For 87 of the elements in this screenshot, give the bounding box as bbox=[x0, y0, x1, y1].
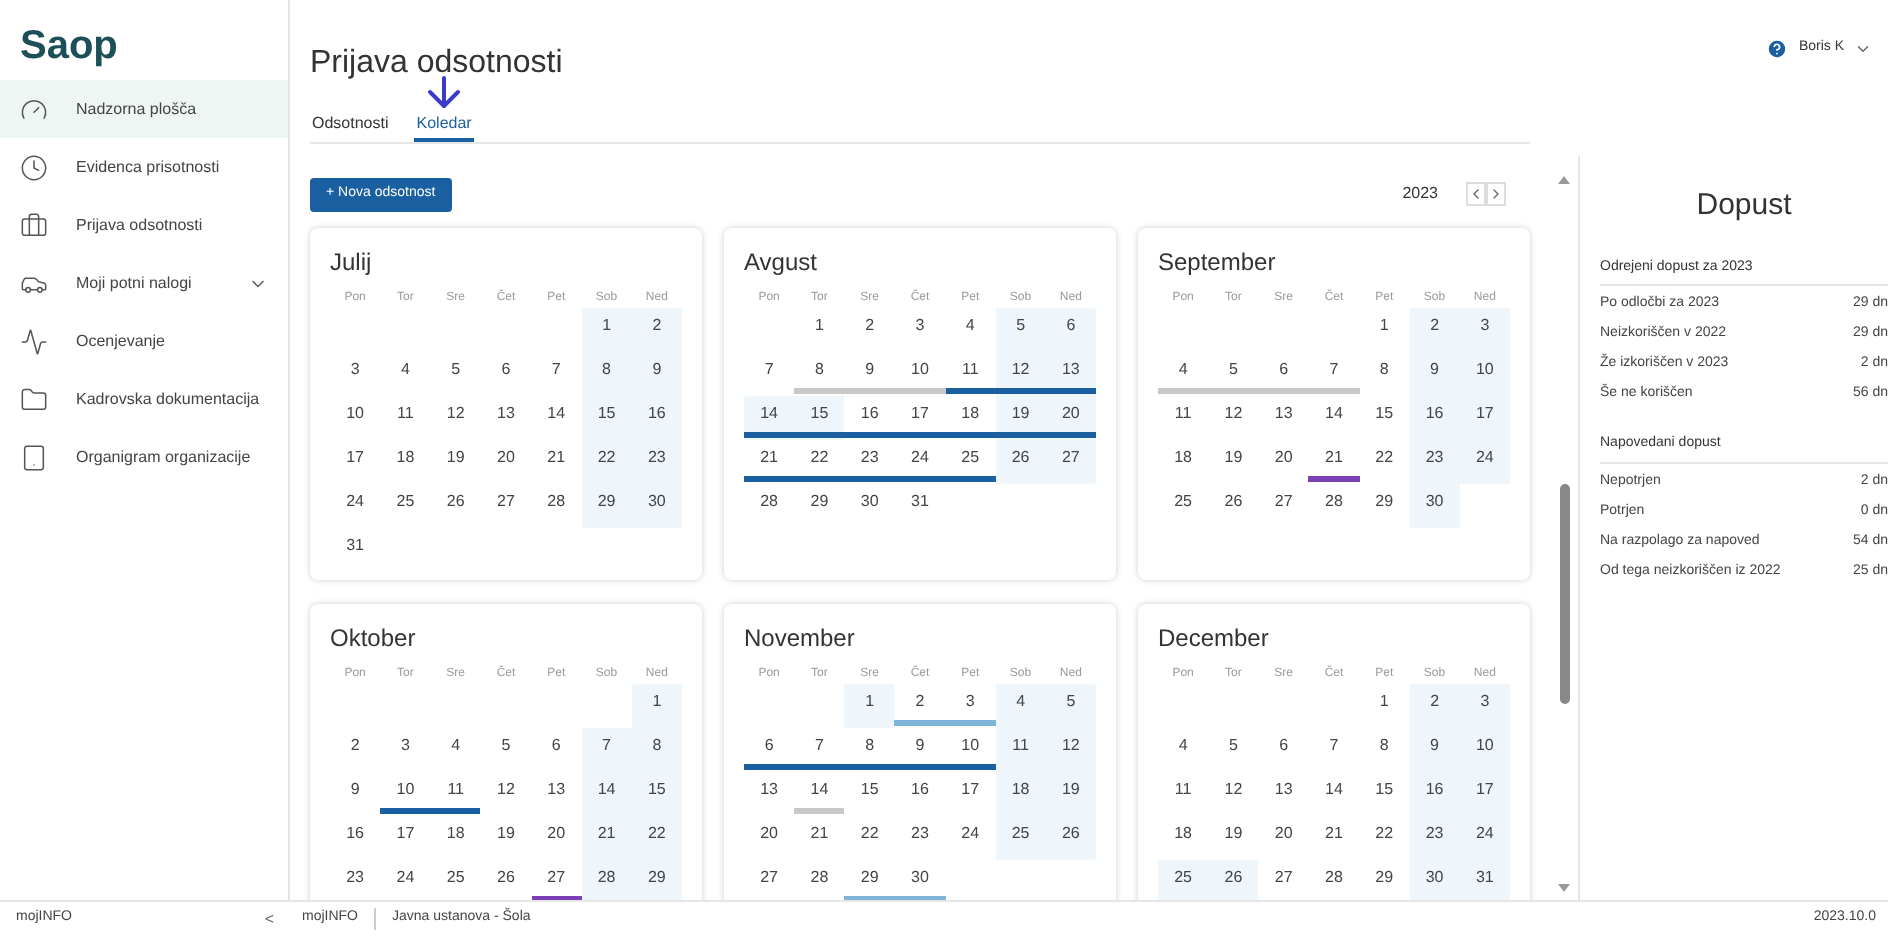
day-cell[interactable]: 1 bbox=[631, 684, 682, 728]
day-cell[interactable]: 26 bbox=[1208, 860, 1259, 900]
day-cell[interactable]: 26 bbox=[1045, 816, 1096, 860]
day-cell[interactable]: 2 bbox=[631, 308, 682, 352]
day-cell[interactable]: 1 bbox=[844, 684, 895, 728]
day-cell[interactable]: 24 bbox=[1459, 816, 1510, 860]
day-cell[interactable]: 16 bbox=[1409, 396, 1460, 440]
day-cell[interactable]: 2 bbox=[1409, 308, 1460, 352]
day-cell[interactable]: 1 bbox=[581, 308, 632, 352]
day-cell[interactable]: 9 bbox=[631, 352, 682, 396]
day-cell[interactable]: 8 bbox=[581, 352, 632, 396]
day-cell[interactable]: 17 bbox=[1459, 396, 1510, 440]
day-cell[interactable]: 23 bbox=[1409, 440, 1460, 484]
year-label: 2023 bbox=[1402, 182, 1438, 206]
tablet-icon bbox=[20, 443, 48, 471]
day-cell[interactable]: 23 bbox=[1409, 816, 1460, 860]
page-title: Prijava odsotnosti bbox=[310, 44, 565, 84]
day-cell[interactable]: 6 bbox=[1045, 308, 1096, 352]
day-cell[interactable]: 20 bbox=[1045, 396, 1096, 440]
tab[interactable]: Odsotnosti bbox=[310, 108, 391, 142]
day-cell[interactable]: 15 bbox=[631, 772, 682, 816]
month-title: Avgust bbox=[744, 246, 819, 280]
day-cell[interactable]: 21 bbox=[581, 816, 632, 860]
day-cell[interactable]: 16 bbox=[1409, 772, 1460, 816]
day-cell[interactable]: 26 bbox=[995, 440, 1046, 484]
panel-title: Dopust bbox=[1694, 186, 1794, 226]
day-cell[interactable]: 10 bbox=[1459, 728, 1510, 772]
day-cell[interactable]: 12 bbox=[1045, 728, 1096, 772]
day-cell[interactable]: 5 bbox=[1045, 684, 1096, 728]
day-cell[interactable]: 3 bbox=[1459, 308, 1510, 352]
day-cell[interactable]: 7 bbox=[581, 728, 632, 772]
day-cell[interactable]: 22 bbox=[631, 816, 682, 860]
scrollbar-thumb[interactable] bbox=[1559, 484, 1569, 704]
day-cell[interactable]: 13 bbox=[1045, 352, 1096, 396]
month-title: December bbox=[1158, 622, 1271, 656]
previous-year-button[interactable] bbox=[1466, 182, 1486, 206]
day-cell[interactable]: 5 bbox=[995, 308, 1046, 352]
day-cell[interactable]: 18 bbox=[995, 772, 1046, 816]
day-cell[interactable]: 15 bbox=[794, 396, 845, 440]
scroll-down-arrow[interactable] bbox=[1558, 884, 1570, 892]
line-chart-icon bbox=[20, 327, 48, 355]
day-cell[interactable]: 29 bbox=[581, 484, 632, 528]
day-cell[interactable]: 9 bbox=[1409, 352, 1460, 396]
day-cell[interactable]: 28 bbox=[581, 860, 632, 900]
month-title: Oktober bbox=[330, 622, 418, 656]
day-cell[interactable]: 12 bbox=[995, 352, 1046, 396]
day-cell[interactable]: 14 bbox=[744, 396, 795, 440]
day-cell[interactable]: 14 bbox=[581, 772, 632, 816]
day-cell[interactable]: 22 bbox=[581, 440, 632, 484]
day-cell[interactable]: 19 bbox=[1045, 772, 1096, 816]
day-cell[interactable]: 19 bbox=[995, 396, 1046, 440]
briefcase-icon bbox=[20, 211, 48, 239]
month-title: September bbox=[1158, 246, 1278, 280]
day-cell[interactable]: 30 bbox=[1409, 484, 1460, 528]
day-cell[interactable]: 8 bbox=[631, 728, 682, 772]
day-cell[interactable]: 30 bbox=[1409, 860, 1460, 900]
day-cell[interactable]: 29 bbox=[631, 860, 682, 900]
day-cell[interactable]: 9 bbox=[1409, 728, 1460, 772]
next-year-button[interactable] bbox=[1486, 182, 1506, 206]
clock-icon bbox=[20, 153, 48, 181]
day-cell[interactable]: 25 bbox=[1158, 860, 1209, 900]
chevron-left-icon bbox=[1468, 186, 1484, 202]
day-cell[interactable]: 23 bbox=[631, 440, 682, 484]
logo: Saop bbox=[18, 22, 120, 72]
day-cell[interactable]: 11 bbox=[995, 728, 1046, 772]
help-icon[interactable] bbox=[1766, 37, 1789, 59]
day-cell[interactable]: 15 bbox=[581, 396, 632, 440]
day-cell[interactable]: 16 bbox=[631, 396, 682, 440]
day-cell[interactable]: 17 bbox=[1459, 772, 1510, 816]
day-cell[interactable]: 27 bbox=[1045, 440, 1096, 484]
gauge-icon bbox=[20, 95, 48, 123]
day-cell[interactable]: 30 bbox=[631, 484, 682, 528]
sidebar-item[interactable]: Nadzorna plošča bbox=[0, 80, 288, 138]
collapse-button[interactable]: < bbox=[264, 907, 274, 931]
day-cell[interactable]: 10 bbox=[1459, 352, 1510, 396]
scroll-up-arrow[interactable] bbox=[1558, 176, 1570, 184]
day-cell[interactable]: 4 bbox=[995, 684, 1046, 728]
day-cell[interactable]: 24 bbox=[1459, 440, 1510, 484]
day-cell[interactable]: 3 bbox=[1459, 684, 1510, 728]
day-cell[interactable]: 25 bbox=[995, 816, 1046, 860]
tab[interactable]: Koledar bbox=[414, 108, 474, 142]
day-cell[interactable]: 2 bbox=[1409, 684, 1460, 728]
month-title: Julij bbox=[330, 246, 374, 280]
day-cell[interactable]: 31 bbox=[1459, 860, 1510, 900]
folder-icon bbox=[20, 385, 48, 413]
month-title: November bbox=[744, 622, 857, 656]
chevron-right-icon bbox=[1488, 186, 1504, 202]
